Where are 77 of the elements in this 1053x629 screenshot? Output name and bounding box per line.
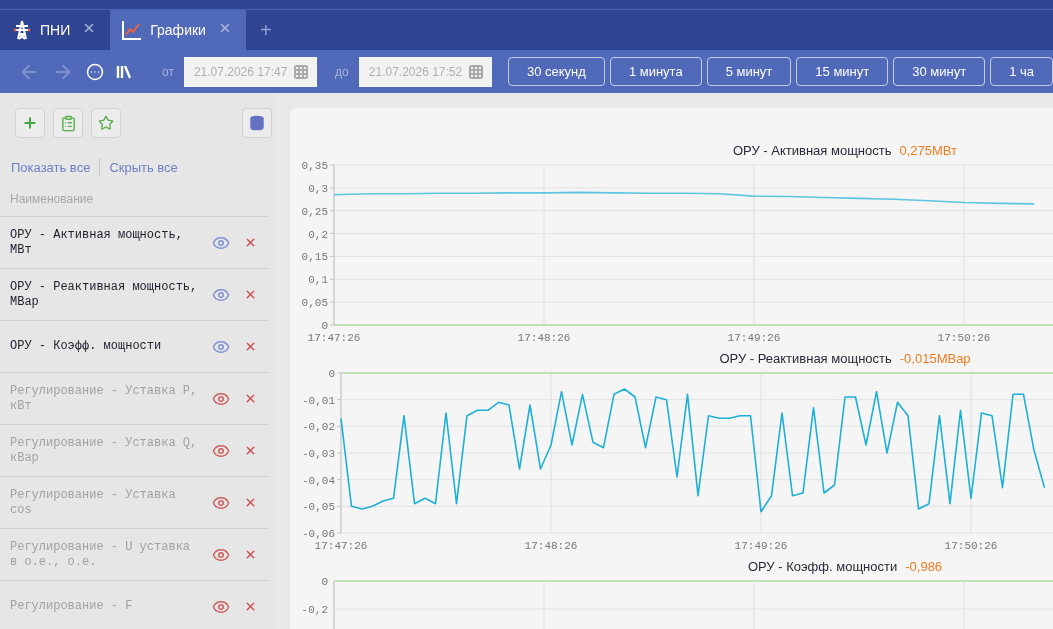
x-tick-label: 17:47:26 (314, 540, 368, 552)
y-tick-label: 0,1 (308, 274, 328, 287)
range-button[interactable]: 1 ча (990, 57, 1053, 86)
range-button[interactable]: 15 минут (796, 57, 889, 86)
current-value: -0,986 (905, 558, 943, 574)
x-tick-label: 17:48:26 (517, 332, 571, 344)
series-name: Регулирование - Уставка cos (10, 487, 177, 518)
y-tick-label: 0 (321, 320, 328, 332)
tab[interactable]: Графики (110, 10, 246, 50)
x-tick-label: 17:47:26 (307, 332, 361, 344)
series-name: ОРУ - Реактивная мощность, МВар (10, 279, 199, 310)
chart-title: ОРУ - Коэфф. мощности (747, 558, 898, 574)
series-name: Регулирование - Уставка Q, кВар (10, 435, 199, 466)
calendar-icon[interactable] (293, 63, 310, 80)
tower-icon (12, 20, 32, 40)
series-name: ОРУ - Коэфф. мощности (10, 339, 163, 354)
chart-title: ОРУ - Реактивная мощность (719, 350, 892, 366)
y-tick-label: 0 (328, 368, 335, 380)
delete-icon[interactable] (244, 340, 257, 353)
current-value: 0,275МВт (899, 142, 958, 158)
x-tick-label: 17:48:26 (524, 540, 578, 552)
delete-icon[interactable] (244, 548, 257, 561)
series-name: Регулирование - U уставка в о.е., о.е. (10, 539, 192, 570)
clipboard-icon (59, 114, 77, 132)
current-value: -0,015МВар (899, 350, 971, 366)
delete-icon[interactable] (244, 236, 257, 249)
tab[interactable]: ПНИ (0, 10, 111, 50)
y-tick-label: -0,2 (301, 604, 328, 616)
star-icon (98, 115, 114, 131)
new-tab-button[interactable]: + (245, 18, 286, 42)
calendar-icon[interactable] (467, 63, 484, 80)
library-button[interactable] (116, 64, 132, 79)
y-tick-label: 0,3 (308, 182, 328, 195)
y-tick-label: 0,2 (308, 228, 328, 241)
y-tick-label: -0,04 (302, 474, 335, 487)
series-name: ОРУ - Активная мощность, МВт (10, 227, 184, 258)
show-all-link[interactable]: Показать все (11, 159, 91, 175)
plus-icon (22, 115, 38, 131)
y-tick-label: 0,25 (301, 205, 328, 218)
x-tick-label: 17:50:26 (944, 540, 998, 552)
favorite-button[interactable] (91, 108, 121, 138)
y-tick-label: -0,03 (302, 448, 335, 460)
chart-title: ОРУ - Активная мощность (732, 142, 892, 158)
clipboard-button[interactable] (53, 108, 83, 138)
range-button[interactable]: 1 минута (609, 57, 702, 86)
chart-icon (122, 20, 143, 40)
y-tick-label: -0,05 (302, 501, 335, 514)
range-button[interactable]: 5 минут (706, 57, 792, 86)
x-tick-label: 17:50:26 (937, 332, 991, 344)
y-tick-label: -0,06 (302, 528, 335, 540)
to-label: до (335, 64, 349, 79)
x-tick-label: 17:49:26 (734, 540, 788, 552)
hide-all-link[interactable]: Скрыть все (109, 159, 178, 175)
database-button[interactable] (242, 108, 272, 138)
tab-label: Графики (150, 22, 206, 38)
x-tick-label: 17:49:26 (727, 332, 781, 344)
delete-icon[interactable] (244, 392, 257, 405)
range-button[interactable]: 30 минут (893, 57, 986, 86)
y-tick-label: 0 (321, 576, 328, 588)
column-header: Наименование (0, 192, 269, 217)
database-icon (249, 115, 265, 131)
delete-icon[interactable] (244, 444, 257, 457)
tab-label: ПНИ (40, 22, 71, 38)
add-button[interactable] (15, 108, 45, 138)
series-name: Регулирование - Уставка P, кВт (10, 383, 199, 414)
y-tick-label: -0,01 (302, 394, 335, 407)
from-label: от (162, 64, 174, 79)
delete-icon[interactable] (244, 496, 257, 509)
y-tick-label: 0,15 (301, 251, 328, 264)
range-button[interactable]: 30 секунд (507, 57, 605, 86)
y-tick-label: 0,35 (301, 160, 328, 172)
delete-icon[interactable] (244, 600, 257, 613)
series-name: Регулирование - F (10, 599, 134, 614)
y-tick-label: 0,05 (301, 297, 328, 310)
more-button[interactable] (86, 62, 104, 81)
delete-icon[interactable] (244, 288, 257, 301)
y-tick-label: -0,02 (302, 421, 335, 434)
